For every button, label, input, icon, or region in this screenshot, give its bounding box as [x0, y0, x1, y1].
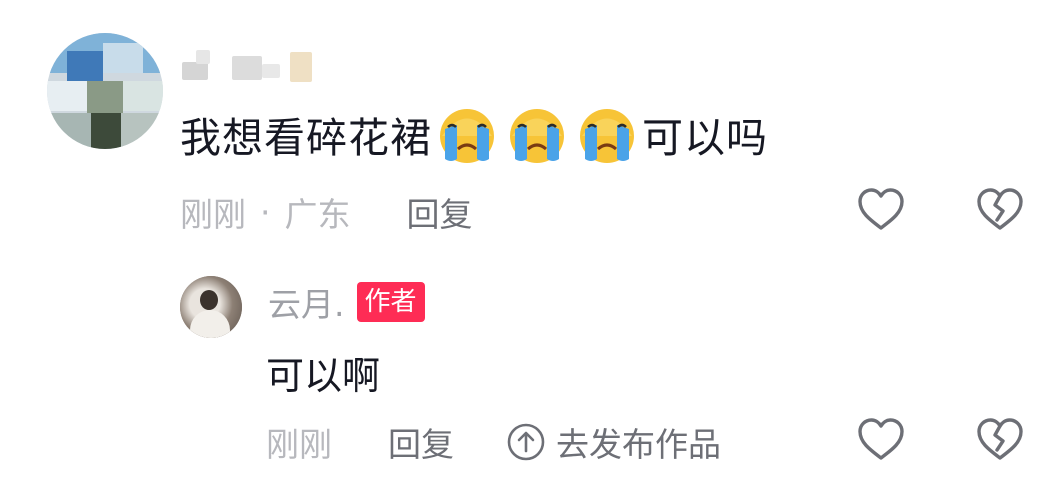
- comment-time: 刚刚: [180, 195, 246, 234]
- reply-body: 可以啊: [266, 353, 381, 398]
- comment-text-start: 我想看碎花裙: [180, 114, 432, 162]
- broken-heart-outline-icon[interactable]: [974, 184, 1026, 236]
- author-badge: 作者: [356, 282, 425, 322]
- reply-meta: 刚刚 回复 去发布作品: [266, 414, 721, 470]
- author-name-row: 云月. 作者: [268, 278, 425, 326]
- author-avatar[interactable]: [180, 276, 242, 338]
- reply-button[interactable]: 回复: [407, 188, 473, 236]
- crying-face-emoji: [580, 109, 634, 163]
- go-publish-label: 去发布作品: [556, 425, 721, 464]
- arrow-up-circle-icon: [507, 423, 545, 461]
- reply-to-reply-button[interactable]: 回复: [388, 418, 454, 466]
- go-publish-button[interactable]: 去发布作品: [506, 418, 721, 466]
- reply-time: 刚刚: [266, 425, 332, 464]
- comment-meta: 刚刚 · 广东 回复: [180, 186, 473, 238]
- meta-separator: ·: [260, 192, 271, 232]
- comment-text-end: 可以吗: [642, 114, 768, 162]
- heart-outline-icon[interactable]: [855, 184, 907, 236]
- crying-face-emoji: [440, 109, 494, 163]
- author-username[interactable]: 云月.: [268, 278, 345, 326]
- crying-face-emoji: [510, 109, 564, 163]
- commenter-username[interactable]: [182, 46, 332, 86]
- broken-heart-outline-icon[interactable]: [974, 414, 1026, 466]
- comment-body: 我想看碎花裙 可以吗: [180, 104, 768, 164]
- commenter-avatar[interactable]: [47, 33, 163, 149]
- heart-outline-icon[interactable]: [855, 414, 907, 466]
- comment-location: 广东: [284, 195, 351, 234]
